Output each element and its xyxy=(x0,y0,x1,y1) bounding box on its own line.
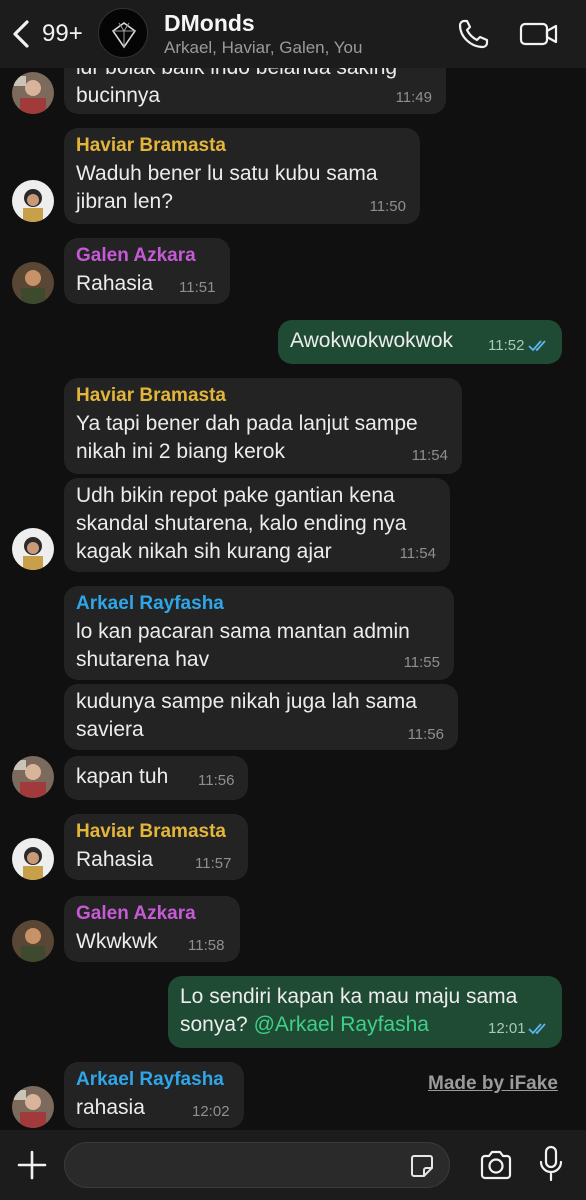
message-text: kapan tuh xyxy=(76,765,169,788)
sender-name[interactable]: Haviar Bramasta xyxy=(76,821,226,843)
message-time: 11:49 xyxy=(395,89,432,106)
message-text: sonya? xyxy=(180,1013,254,1036)
message-bubble[interactable]: kapan tuh 11:56 xyxy=(64,756,248,800)
message-bubble[interactable]: Haviar Bramasta Ya tapi bener dah pada l… xyxy=(64,378,462,474)
sender-name[interactable]: Arkael Rayfasha xyxy=(76,1069,224,1091)
back-button[interactable]: 99+ xyxy=(10,14,100,54)
mention-link[interactable]: @Arkael Rayfasha xyxy=(254,1013,429,1036)
message-time: 11:52 xyxy=(488,337,525,354)
message-bubble-outgoing[interactable]: Lo sendiri kapan ka mau maju sama sonya?… xyxy=(168,976,562,1048)
chat-header: 99+ DMonds Arkael, Haviar, Galen, You xyxy=(0,0,586,68)
message-bubble[interactable]: Haviar Bramasta Waduh bener lu satu kubu… xyxy=(64,128,420,224)
message-text: Waduh bener lu satu kubu sama jibran len… xyxy=(76,162,378,213)
message-time: 11:55 xyxy=(403,654,440,671)
message-time: 12:01 xyxy=(488,1020,526,1037)
watermark: Made by iFake xyxy=(428,1073,558,1094)
message-text: idr bolak balik indo belanda saking buci… xyxy=(76,68,397,107)
message-time: 11:56 xyxy=(198,772,235,789)
group-members[interactable]: Arkael, Haviar, Galen, You xyxy=(164,38,362,58)
message-text: rahasia xyxy=(76,1096,145,1119)
sender-name[interactable]: Haviar Bramasta xyxy=(76,135,226,157)
avatar-arkael[interactable] xyxy=(12,1086,54,1128)
sender-name[interactable]: Galen Azkara xyxy=(76,903,196,925)
sender-name[interactable]: Haviar Bramasta xyxy=(76,385,226,407)
avatar-arkael[interactable] xyxy=(12,756,54,798)
message-bubble[interactable]: Arkael Rayfasha rahasia 12:02 xyxy=(64,1062,244,1128)
avatar-galen[interactable] xyxy=(12,262,54,304)
camera-icon xyxy=(480,1150,512,1180)
chevron-left-icon xyxy=(13,20,29,48)
group-name[interactable]: DMonds xyxy=(164,10,255,37)
message-text: lo kan pacaran sama mantan admin shutare… xyxy=(76,620,410,671)
message-input[interactable] xyxy=(64,1142,450,1188)
message-bubble[interactable]: Galen Azkara Wkwkwk 11:58 xyxy=(64,896,240,962)
message-text: Ya tapi bener dah pada lanjut sampe nika… xyxy=(76,412,418,463)
message-bubble[interactable]: kudunya sampe nikah juga lah sama savier… xyxy=(64,684,458,750)
message-time: 11:51 xyxy=(179,279,216,296)
voice-call-button[interactable] xyxy=(454,16,494,52)
read-receipt-icon xyxy=(528,340,546,352)
camera-button[interactable] xyxy=(478,1149,514,1181)
message-text: Wkwkwk xyxy=(76,930,158,953)
message-text: Rahasia xyxy=(76,272,154,295)
microphone-icon xyxy=(539,1145,563,1182)
message-text: Udh bikin repot pake gantian kena skanda… xyxy=(76,484,407,563)
message-bubble[interactable]: Haviar Bramasta Rahasia 11:57 xyxy=(64,814,248,880)
avatar-galen[interactable] xyxy=(12,920,54,962)
message-text: Rahasia xyxy=(76,848,154,871)
avatar-arkael[interactable] xyxy=(12,72,54,114)
message-list[interactable]: idr bolak balik indo belanda saking buci… xyxy=(0,68,586,1130)
message-time: 11:58 xyxy=(188,937,225,954)
composer-bar xyxy=(0,1130,586,1200)
video-call-button[interactable] xyxy=(518,16,560,52)
message-text: kudunya sampe nikah juga lah sama savier… xyxy=(76,690,417,741)
group-avatar[interactable] xyxy=(98,8,148,58)
message-time: 12:02 xyxy=(192,1103,230,1120)
message-time: 11:57 xyxy=(195,855,232,872)
unread-count: 99+ xyxy=(42,20,83,47)
plus-icon xyxy=(17,1150,47,1180)
voice-message-button[interactable] xyxy=(538,1145,564,1183)
avatar-haviar[interactable] xyxy=(12,838,54,880)
sender-name[interactable]: Galen Azkara xyxy=(76,245,196,267)
message-bubble[interactable]: Udh bikin repot pake gantian kena skanda… xyxy=(64,478,450,572)
message-bubble[interactable]: Galen Azkara Rahasia 11:51 xyxy=(64,238,230,304)
message-text-line: sonya? @Arkael Rayfasha xyxy=(180,1011,429,1039)
attach-button[interactable] xyxy=(16,1149,48,1181)
message-text-line: Lo sendiri kapan ka mau maju sama xyxy=(180,985,518,1008)
message-text: Awokwokwokwok xyxy=(290,329,454,352)
message-bubble[interactable]: Arkael Rayfasha lo kan pacaran sama mant… xyxy=(64,586,454,680)
avatar-haviar[interactable] xyxy=(12,528,54,570)
avatar-haviar[interactable] xyxy=(12,180,54,222)
message-time: 11:56 xyxy=(407,726,444,743)
message-time: 11:50 xyxy=(369,198,406,215)
sticker-icon[interactable] xyxy=(409,1153,435,1179)
message-time: 11:54 xyxy=(411,447,448,464)
message-bubble-outgoing[interactable]: Awokwokwokwok 11:52 xyxy=(278,320,562,364)
video-icon xyxy=(519,22,558,46)
phone-icon xyxy=(458,19,489,49)
sender-name[interactable]: Arkael Rayfasha xyxy=(76,593,224,615)
message-bubble[interactable]: idr bolak balik indo belanda saking buci… xyxy=(64,68,446,114)
read-receipt-icon xyxy=(528,1023,546,1035)
message-time: 11:54 xyxy=(399,545,436,562)
